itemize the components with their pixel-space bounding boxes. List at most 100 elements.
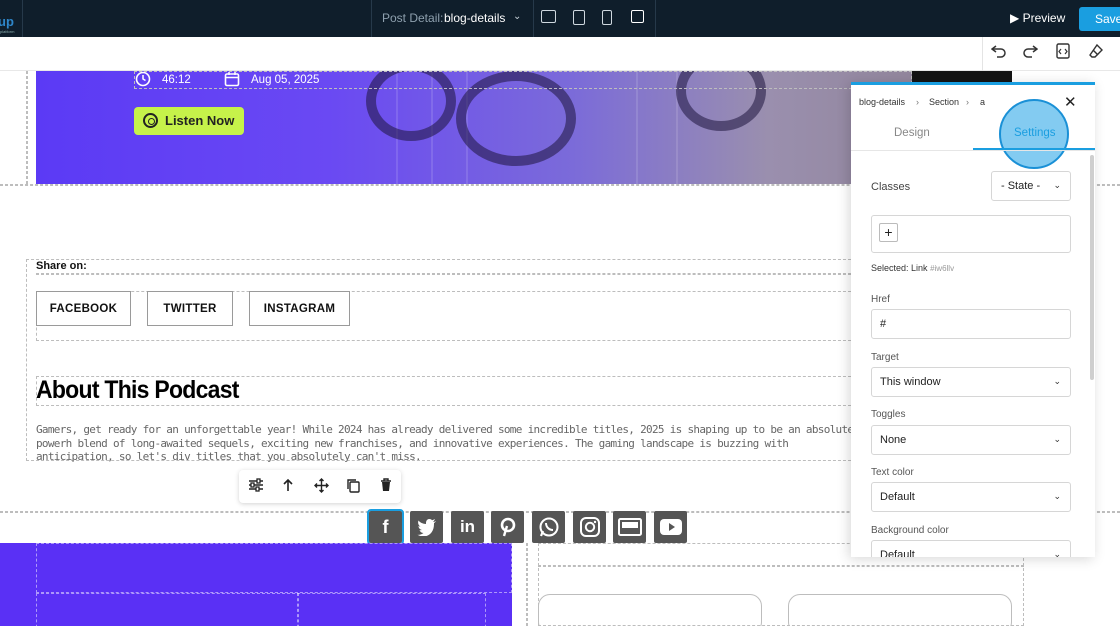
preview-button[interactable]: ▶ Preview [1010, 11, 1065, 25]
about-body[interactable]: Gamers, get ready for an unforgettable y… [36, 423, 866, 465]
add-class-button[interactable]: + [879, 223, 898, 242]
classes-label: Classes [871, 181, 911, 193]
column-outline [36, 593, 486, 626]
tab-settings[interactable]: Settings [1014, 127, 1056, 139]
chevron-down-icon[interactable]: ⌄ [513, 11, 521, 22]
state-select[interactable]: - State - ⌄ [991, 171, 1071, 201]
page-selector-label: Post Detail: [382, 11, 444, 25]
custom-view-icon[interactable] [631, 10, 644, 23]
active-tab-indicator [973, 148, 1095, 150]
pinterest-icon[interactable] [491, 511, 524, 543]
column-outline [297, 593, 299, 626]
href-label: Href [871, 294, 890, 305]
podcast-icon [143, 113, 158, 128]
redo-icon[interactable] [1019, 43, 1041, 65]
editor-toolbar [0, 37, 1120, 71]
whatsapp-icon[interactable] [532, 511, 565, 543]
top-bar: up platform Post Detail: blog-details ⌄ … [0, 0, 1120, 37]
breadcrumb-item[interactable]: blog-details [859, 97, 905, 107]
chevron-down-icon: ⌄ [1053, 376, 1061, 386]
eraser-icon[interactable] [1085, 43, 1107, 65]
chevron-down-icon: ⌄ [1053, 491, 1061, 501]
chevron-down-icon: ⌄ [1053, 434, 1061, 444]
background-color-select[interactable]: Default ⌄ [871, 540, 1071, 557]
divider [982, 37, 983, 71]
divider [371, 0, 372, 37]
desktop-view-icon[interactable] [541, 10, 556, 23]
share-label: Share on: [36, 260, 87, 272]
target-label: Target [871, 352, 899, 363]
row-outline [36, 273, 856, 275]
code-view-icon[interactable] [1052, 43, 1074, 65]
close-icon[interactable]: ✕ [1064, 93, 1077, 111]
background-color-value: Default [880, 549, 915, 557]
href-input[interactable]: # [871, 309, 1071, 339]
breadcrumb-item[interactable]: a [980, 97, 985, 107]
target-value: This window [880, 376, 941, 388]
share-instagram-button[interactable]: INSTAGRAM [249, 291, 350, 326]
delete-icon[interactable] [377, 478, 395, 496]
href-value: # [880, 318, 887, 330]
editor-root: up platform Post Detail: blog-details ⌄ … [0, 0, 1120, 626]
section-outline [26, 71, 28, 184]
breadcrumb-separator: › [966, 97, 969, 107]
toggles-value: None [880, 434, 907, 446]
divider [655, 0, 656, 37]
settings-panel: blog-details › Section › a ✕ Design Sett… [851, 82, 1095, 557]
listen-now-label: Listen Now [165, 113, 235, 128]
logo: up platform [0, 6, 20, 34]
tab-design[interactable]: Design [894, 127, 930, 139]
episode-card[interactable] [538, 594, 762, 626]
divider [533, 0, 534, 37]
chevron-down-icon: ⌄ [1053, 180, 1061, 190]
target-select[interactable]: This window ⌄ [871, 367, 1071, 397]
duplicate-icon[interactable] [344, 478, 362, 496]
panel-scrollbar[interactable] [1090, 155, 1094, 380]
share-facebook-button[interactable]: FACEBOOK [36, 291, 131, 326]
chevron-down-icon: ⌄ [1053, 549, 1061, 557]
state-select-value: - State - [1001, 180, 1041, 192]
email-icon[interactable] [613, 511, 646, 543]
selected-element-info: Selected: Link #iw6llv [871, 263, 954, 273]
selected-label: Selected: [871, 263, 909, 273]
linkedin-icon[interactable]: in [451, 511, 484, 543]
facebook-icon[interactable]: f [367, 509, 404, 545]
move-icon[interactable] [312, 478, 330, 496]
episode-date: Aug 05, 2025 [251, 74, 320, 86]
purple-section[interactable] [0, 543, 512, 626]
save-button[interactable]: Save [1079, 7, 1120, 31]
instagram-icon[interactable] [573, 511, 606, 543]
youtube-icon[interactable] [654, 511, 687, 543]
breadcrumb-separator: › [916, 97, 919, 107]
undo-icon[interactable] [988, 43, 1010, 65]
settings-sliders-icon[interactable] [247, 478, 265, 496]
element-toolbar [239, 470, 401, 503]
background-color-label: Background color [871, 525, 949, 536]
classes-input[interactable] [871, 215, 1071, 253]
row-outline [538, 565, 1024, 567]
episode-card[interactable] [788, 594, 1012, 626]
section-outline [526, 543, 528, 626]
episode-duration: 46:12 [162, 74, 191, 86]
logo-subtext: platform [0, 29, 15, 34]
text-color-value: Default [880, 491, 915, 503]
share-twitter-button[interactable]: TWITTER [147, 291, 233, 326]
selected-value: Link [911, 263, 928, 273]
twitter-icon[interactable] [410, 511, 443, 543]
breadcrumb-item[interactable]: Section [929, 97, 959, 107]
divider [22, 0, 23, 37]
tabs-divider [851, 150, 1095, 151]
clock-icon [135, 71, 151, 90]
page-selector-value[interactable]: blog-details [444, 11, 505, 25]
mobile-view-icon[interactable] [602, 10, 612, 25]
toggles-select[interactable]: None ⌄ [871, 425, 1071, 455]
arrow-up-icon[interactable] [279, 478, 297, 496]
text-color-select[interactable]: Default ⌄ [871, 482, 1071, 512]
listen-now-button[interactable]: Listen Now [134, 107, 244, 135]
selected-id: #iw6llv [930, 264, 955, 273]
about-title[interactable]: About This Podcast [36, 376, 239, 405]
column-outline [36, 543, 512, 593]
logo-text: up [0, 14, 14, 29]
calendar-icon [224, 71, 240, 90]
tablet-view-icon[interactable] [573, 10, 585, 25]
